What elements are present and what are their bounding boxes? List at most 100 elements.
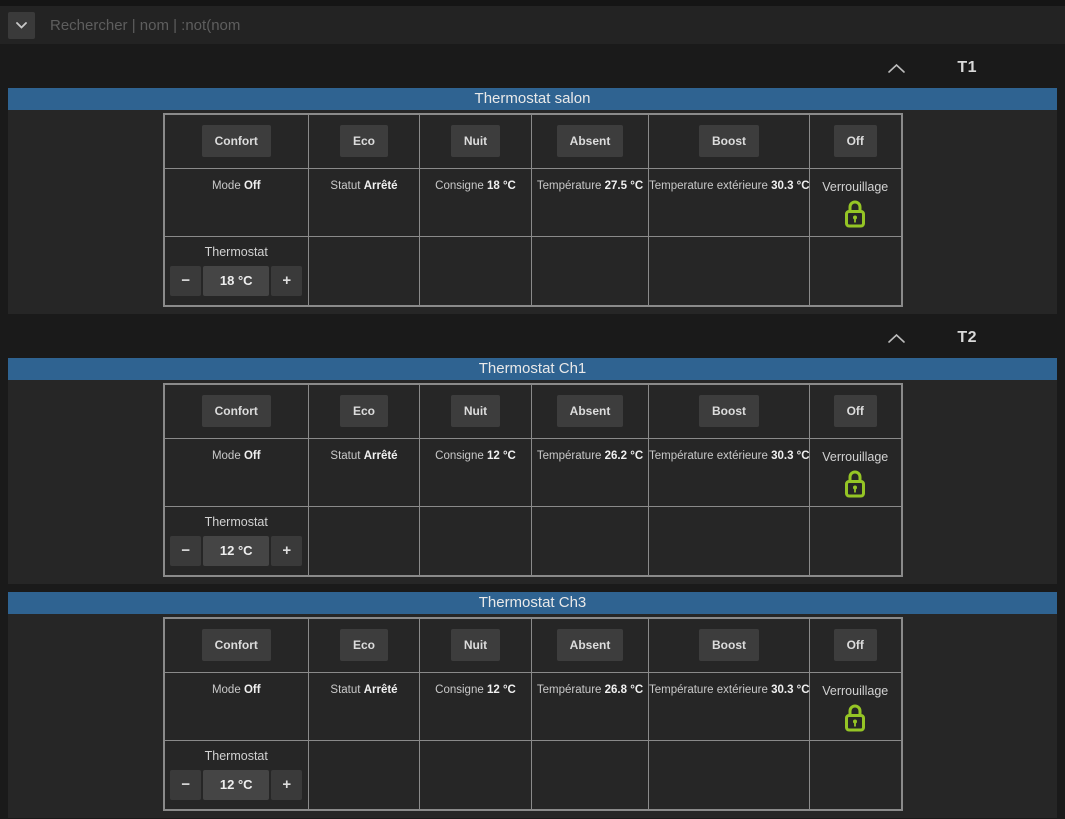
setpoint-value: 12 °C — [203, 535, 270, 566]
mode-cell: Confort — [163, 617, 309, 673]
mode-cell: Eco — [308, 383, 420, 439]
mode-cell: Off — [809, 617, 902, 673]
status-cell-statut: Statut Arrêté — [308, 671, 420, 741]
mode-button-nuit[interactable]: Nuit — [450, 125, 501, 158]
lock-icon[interactable] — [842, 199, 868, 229]
panel-body: Confort Eco Nuit Absent Boost Off Mode O… — [8, 110, 1057, 314]
search-input[interactable] — [48, 15, 1055, 35]
chevron-up-icon — [888, 61, 906, 76]
empty-cell — [809, 505, 902, 577]
empty-cell — [308, 505, 420, 577]
mode-buttons-row: Confort Eco Nuit Absent Boost Off — [163, 617, 902, 673]
section-header-t2: T2 — [0, 318, 1065, 358]
status-row: Mode Off Statut Arrêté Consigne 12 °C Te… — [163, 671, 902, 741]
status-cell-consigne: Consigne 18 °C — [419, 167, 532, 237]
search-bar — [0, 6, 1065, 44]
mode-button-absent[interactable]: Absent — [556, 629, 624, 662]
thermostat-stepper: − 12 °C + — [165, 535, 309, 566]
empty-cell — [531, 505, 649, 577]
mode-buttons-row: Confort Eco Nuit Absent Boost Off — [163, 383, 902, 439]
status-cell-verrouillage: Verrouillage — [809, 671, 902, 741]
decrease-button[interactable]: − — [170, 535, 202, 566]
decrease-button[interactable]: − — [170, 769, 202, 800]
thermostat-table: Confort Eco Nuit Absent Boost Off Mode O… — [162, 383, 903, 577]
empty-cell — [648, 739, 810, 811]
mode-cell: Off — [809, 113, 902, 169]
mode-buttons-row: Confort Eco Nuit Absent Boost Off — [163, 113, 902, 169]
search-dropdown-button[interactable] — [8, 11, 35, 39]
empty-cell — [531, 235, 649, 307]
mode-button-boost[interactable]: Boost — [699, 629, 759, 662]
mode-button-boost[interactable]: Boost — [699, 125, 759, 158]
stepper-label: Thermostat — [204, 244, 268, 259]
empty-cell — [809, 739, 902, 811]
mode-cell: Boost — [648, 383, 810, 439]
thermostat-panel-salon: Thermostat salon Confort Eco Nuit Absent… — [8, 88, 1057, 314]
status-cell-temperature: Température 26.8 °C — [531, 671, 649, 741]
empty-cell — [809, 235, 902, 307]
status-row: Mode Off Statut Arrêté Consigne 12 °C Te… — [163, 437, 902, 507]
section-label-t1: T1 — [957, 59, 977, 76]
lock-icon[interactable] — [842, 469, 868, 499]
mode-cell: Nuit — [419, 383, 532, 439]
mode-button-absent[interactable]: Absent — [556, 125, 624, 158]
empty-cell — [531, 739, 649, 811]
stepper-label: Thermostat — [204, 748, 268, 763]
empty-cell — [419, 235, 532, 307]
mode-button-boost[interactable]: Boost — [699, 395, 759, 428]
mode-button-off[interactable]: Off — [833, 395, 877, 428]
collapse-section-t1-button[interactable] — [884, 59, 909, 78]
lock-icon[interactable] — [842, 703, 868, 733]
collapse-section-t2-button[interactable] — [884, 329, 909, 348]
mode-cell: Absent — [531, 383, 649, 439]
mode-cell: Absent — [531, 113, 649, 169]
chevron-up-icon — [888, 331, 906, 346]
mode-button-off[interactable]: Off — [833, 125, 877, 158]
decrease-button[interactable]: − — [170, 265, 202, 296]
stepper-row: Thermostat − 18 °C + — [163, 235, 902, 307]
mode-cell: Confort — [163, 113, 309, 169]
stepper-label: Thermostat — [204, 514, 268, 529]
thermostat-stepper: − 18 °C + — [165, 265, 309, 296]
mode-button-confort[interactable]: Confort — [201, 125, 271, 158]
setpoint-value: 12 °C — [203, 769, 270, 800]
panel-title: Thermostat Ch3 — [8, 592, 1057, 614]
empty-cell — [419, 739, 532, 811]
status-cell-mode: Mode Off — [163, 167, 309, 237]
mode-cell: Nuit — [419, 113, 532, 169]
thermostat-stepper-cell: Thermostat − 12 °C + — [163, 505, 309, 577]
mode-button-eco[interactable]: Eco — [339, 395, 388, 428]
status-row: Mode Off Statut Arrêté Consigne 18 °C Te… — [163, 167, 902, 237]
status-cell-temperature-exterieure: Température extérieure 30.3 °C — [648, 671, 810, 741]
mode-button-eco[interactable]: Eco — [339, 629, 388, 662]
empty-cell — [308, 739, 420, 811]
mode-cell: Eco — [308, 617, 420, 673]
status-cell-verrouillage: Verrouillage — [809, 167, 902, 237]
stepper-row: Thermostat − 12 °C + — [163, 505, 902, 577]
mode-button-confort[interactable]: Confort — [201, 395, 271, 428]
section-label-t2: T2 — [957, 329, 977, 346]
status-cell-consigne: Consigne 12 °C — [419, 437, 532, 507]
panel-title: Thermostat salon — [8, 88, 1057, 110]
mode-button-absent[interactable]: Absent — [556, 395, 624, 428]
mode-cell: Absent — [531, 617, 649, 673]
status-cell-mode: Mode Off — [163, 437, 309, 507]
mode-cell: Eco — [308, 113, 420, 169]
mode-button-confort[interactable]: Confort — [201, 629, 271, 662]
increase-button[interactable]: + — [271, 535, 303, 566]
panel-title: Thermostat Ch1 — [8, 358, 1057, 380]
mode-cell: Confort — [163, 383, 309, 439]
mode-button-nuit[interactable]: Nuit — [450, 629, 501, 662]
increase-button[interactable]: + — [271, 769, 303, 800]
stepper-row: Thermostat − 12 °C + — [163, 739, 902, 811]
thermostat-panel-ch3: Thermostat Ch3 Confort Eco Nuit Absent B… — [8, 592, 1057, 818]
mode-button-eco[interactable]: Eco — [339, 125, 388, 158]
mode-button-off[interactable]: Off — [833, 629, 877, 662]
status-cell-statut: Statut Arrêté — [308, 167, 420, 237]
empty-cell — [648, 505, 810, 577]
mode-button-nuit[interactable]: Nuit — [450, 395, 501, 428]
increase-button[interactable]: + — [271, 265, 303, 296]
chevron-down-icon — [16, 21, 27, 29]
status-cell-statut: Statut Arrêté — [308, 437, 420, 507]
thermostat-panel-ch1: Thermostat Ch1 Confort Eco Nuit Absent B… — [8, 358, 1057, 584]
